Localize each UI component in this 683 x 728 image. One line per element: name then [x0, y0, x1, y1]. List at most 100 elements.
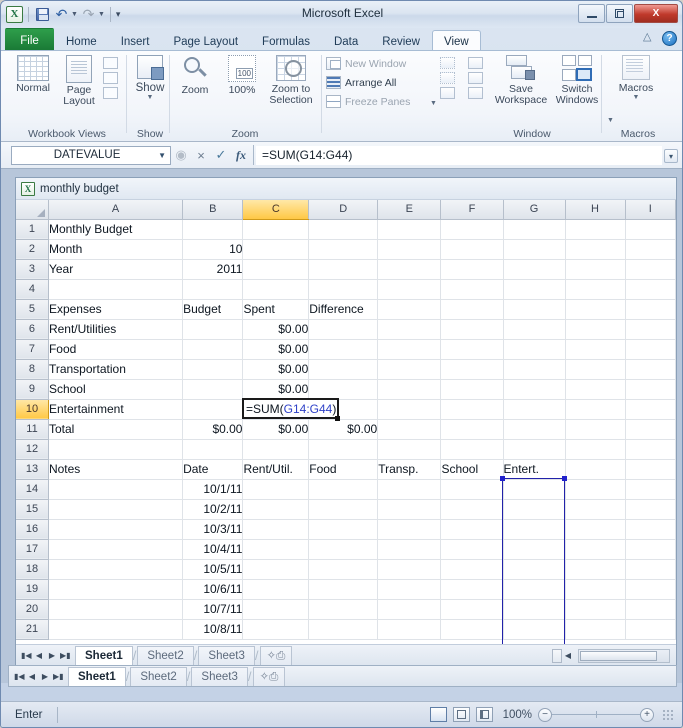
cell-F7[interactable]: [440, 339, 504, 360]
zoom-level-label[interactable]: 100%: [503, 709, 532, 721]
row-header-5[interactable]: 5: [16, 299, 49, 320]
first-sheet-icon[interactable]: ▮◀: [21, 651, 32, 660]
cell-H20[interactable]: [565, 599, 626, 620]
cell-H14[interactable]: [565, 479, 626, 500]
cell-B13[interactable]: Date: [182, 459, 244, 480]
cell-C4[interactable]: [242, 279, 310, 300]
cell-B20[interactable]: 10/7/11: [182, 599, 244, 620]
column-header-a[interactable]: A: [48, 200, 184, 220]
cell-F9[interactable]: [440, 379, 504, 400]
macros-button[interactable]: Macros ▼: [608, 55, 664, 101]
cell-B7[interactable]: [182, 339, 244, 360]
cell-G2[interactable]: [503, 239, 566, 260]
cell-B18[interactable]: 10/5/11: [182, 559, 244, 580]
cell-D11[interactable]: $0.00: [308, 419, 379, 440]
cell-A19[interactable]: [48, 579, 184, 600]
cell-I5[interactable]: [625, 299, 676, 320]
application-sheet-tab-strip[interactable]: ▮◀ ◀ ▶ ▶▮ Sheet1 / Sheet2 / Sheet3 / ✧⎙: [8, 665, 677, 687]
full-screen-icon[interactable]: [103, 87, 118, 99]
sheet-nav-buttons-inner[interactable]: ▮◀ ◀ ▶ ▶▮: [16, 651, 75, 660]
cell-G13[interactable]: Entert.: [503, 459, 566, 480]
freeze-panes-dropdown-icon[interactable]: ▼: [430, 100, 437, 107]
help-icon[interactable]: ?: [662, 31, 677, 46]
cell-E20[interactable]: [377, 599, 442, 620]
ribbon-tabs[interactable]: File Home Insert Page Layout Formulas Da…: [5, 28, 481, 50]
cell-G14[interactable]: [503, 479, 566, 500]
reset-window-position-icon[interactable]: [468, 87, 483, 99]
row-header-21[interactable]: 21: [16, 619, 49, 640]
cell-G17[interactable]: [503, 539, 566, 560]
unhide-icon[interactable]: [440, 87, 455, 99]
cell-H6[interactable]: [565, 319, 626, 340]
cell-H21[interactable]: [565, 619, 626, 640]
cell-D3[interactable]: [308, 259, 379, 280]
hscroll-left-arrow-inner[interactable]: ◀: [562, 651, 574, 660]
row-header-3[interactable]: 3: [16, 259, 49, 280]
hscroll-thumb-inner[interactable]: [580, 650, 657, 661]
cell-A10[interactable]: Entertainment: [48, 399, 184, 420]
cell-E3[interactable]: [377, 259, 442, 280]
cell-A6[interactable]: Rent/Utilities: [48, 319, 184, 340]
cell-G1[interactable]: [503, 219, 566, 240]
cell-A13[interactable]: Notes: [48, 459, 184, 480]
cell-A7[interactable]: Food: [48, 339, 184, 360]
cell-H5[interactable]: [565, 299, 626, 320]
cell-I17[interactable]: [625, 539, 676, 560]
cell-H2[interactable]: [565, 239, 626, 260]
cell-B2[interactable]: 10: [182, 239, 244, 260]
cell-I6[interactable]: [625, 319, 676, 340]
cell-D13[interactable]: Food: [308, 459, 379, 480]
cell-C17[interactable]: [242, 539, 310, 560]
synchronous-scrolling-icon[interactable]: [468, 72, 483, 84]
cell-F16[interactable]: [440, 519, 504, 540]
cell-F19[interactable]: [440, 579, 504, 600]
cell-I11[interactable]: [625, 419, 676, 440]
cell-G5[interactable]: [503, 299, 566, 320]
sheet-nav-buttons-outer[interactable]: ▮◀ ◀ ▶ ▶▮: [9, 672, 68, 681]
cell-C7[interactable]: $0.00: [242, 339, 310, 360]
hide-icon[interactable]: [440, 72, 455, 84]
column-header-d[interactable]: D: [308, 200, 379, 220]
cell-H9[interactable]: [565, 379, 626, 400]
fill-handle[interactable]: [334, 416, 340, 421]
cell-G21[interactable]: [503, 619, 566, 640]
cell-G15[interactable]: [503, 499, 566, 520]
row-header-18[interactable]: 18: [16, 559, 49, 580]
row-header-12[interactable]: 12: [16, 439, 49, 460]
cell-E12[interactable]: [377, 439, 442, 460]
sheet-tab-sheet3[interactable]: Sheet3: [191, 666, 248, 686]
cell-C16[interactable]: [242, 519, 310, 540]
cell-I3[interactable]: [625, 259, 676, 280]
row-header-7[interactable]: 7: [16, 339, 49, 360]
cell-G16[interactable]: [503, 519, 566, 540]
cell-H13[interactable]: [565, 459, 626, 480]
cell-I10[interactable]: [625, 399, 676, 420]
cell-B21[interactable]: 10/8/11: [182, 619, 244, 640]
cell-G9[interactable]: [503, 379, 566, 400]
cell-H12[interactable]: [565, 439, 626, 460]
cell-I18[interactable]: [625, 559, 676, 580]
cell-G11[interactable]: [503, 419, 566, 440]
cell-C3[interactable]: [242, 259, 310, 280]
cell-A21[interactable]: [48, 619, 184, 640]
cell-A12[interactable]: [48, 439, 184, 460]
cell-G8[interactable]: [503, 359, 566, 380]
cell-G6[interactable]: [503, 319, 566, 340]
cell-G12[interactable]: [503, 439, 566, 460]
row-header-16[interactable]: 16: [16, 519, 49, 540]
cell-D17[interactable]: [308, 539, 379, 560]
sheet-tab-sheet3-inner[interactable]: Sheet3: [198, 646, 255, 665]
cell-I9[interactable]: [625, 379, 676, 400]
cell-D1[interactable]: [308, 219, 379, 240]
cell-G7[interactable]: [503, 339, 566, 360]
cell-C1[interactable]: [242, 219, 310, 240]
name-box-dropdown-icon[interactable]: ▼: [158, 151, 166, 160]
row-header-20[interactable]: 20: [16, 599, 49, 620]
cell-H3[interactable]: [565, 259, 626, 280]
prev-sheet-icon-outer[interactable]: ◀: [27, 672, 37, 681]
cell-A18[interactable]: [48, 559, 184, 580]
cell-I15[interactable]: [625, 499, 676, 520]
insert-function-icon[interactable]: fx: [231, 148, 251, 163]
window-controls[interactable]: X: [578, 4, 678, 23]
cell-I20[interactable]: [625, 599, 676, 620]
